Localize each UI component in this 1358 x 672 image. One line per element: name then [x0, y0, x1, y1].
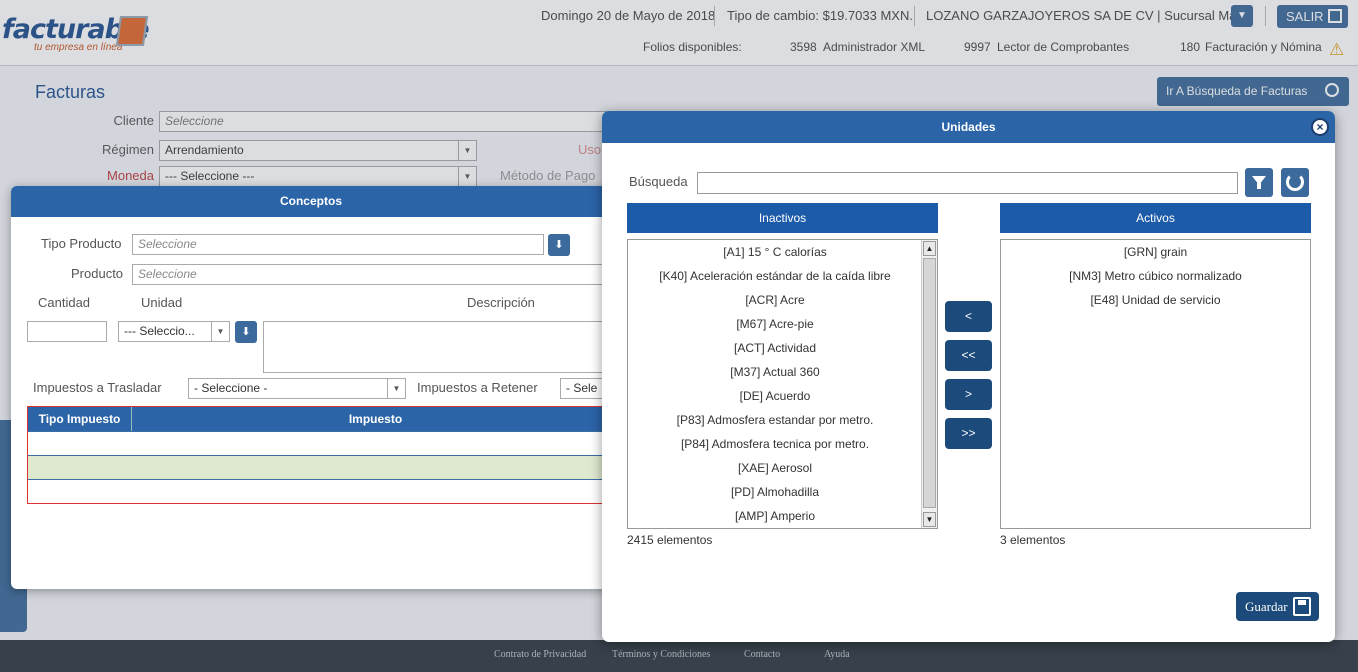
inactive-items: [A1] 15 ° C calorías [K40] Aceleración e…	[628, 241, 922, 528]
list-item[interactable]: [ACR] Acre	[628, 289, 922, 313]
list-item[interactable]: [ACT] Actividad	[628, 337, 922, 361]
chevron-down-icon: ▼	[211, 322, 229, 341]
filter-icon-stem	[1257, 183, 1261, 189]
refresh-icon	[1286, 173, 1304, 191]
tipo-producto-placeholder: Seleccione	[138, 237, 197, 251]
list-item[interactable]: [P84] Admosfera tecnica por metro.	[628, 433, 922, 457]
unidad-select[interactable]: --- Seleccio... ▼	[118, 321, 230, 342]
search-label: Búsqueda	[629, 174, 688, 189]
trasladar-value: - Seleccione -	[194, 381, 268, 395]
save-button[interactable]: Guardar	[1236, 592, 1319, 621]
producto-placeholder: Seleccione	[138, 267, 197, 281]
close-icon[interactable]: ×	[1311, 118, 1329, 136]
column-header: Impuesto	[348, 412, 403, 426]
cantidad-label: Cantidad	[38, 295, 91, 310]
list-item[interactable]: [AMP] Amperio	[628, 505, 922, 528]
list-item[interactable]: [NM3] Metro cúbico normalizado	[1001, 265, 1310, 289]
list-item[interactable]: [XAE] Aerosol	[628, 457, 922, 481]
list-item[interactable]: [P83] Admosfera estandar por metro.	[628, 409, 922, 433]
unidad-label: Unidad	[141, 295, 183, 310]
column-header: Tipo Impuesto	[28, 407, 132, 431]
trasladar-label: Impuestos a Trasladar	[33, 380, 162, 395]
move-all-right-button[interactable]: >>	[945, 418, 992, 449]
list-item[interactable]: [K40] Aceleración estándar de la caída l…	[628, 265, 922, 289]
producto-field[interactable]: Seleccione	[132, 264, 611, 285]
inactive-list[interactable]: [A1] 15 ° C calorías [K40] Aceleración e…	[627, 239, 938, 529]
scrollbar-thumb[interactable]	[923, 258, 936, 508]
table-row[interactable]	[28, 431, 611, 455]
taxes-table: Tipo Impuesto Impuesto	[27, 406, 611, 504]
list-item[interactable]: [E48] Unidad de servicio	[1001, 289, 1310, 313]
active-header: Activos	[1000, 203, 1311, 233]
descripcion-textarea[interactable]	[263, 321, 611, 373]
refresh-button[interactable]	[1281, 168, 1309, 197]
filter-button[interactable]	[1245, 168, 1273, 197]
unidades-dialog: Unidades × Búsqueda Inactivos Activos [A…	[602, 111, 1335, 642]
unidades-title: Unidades	[602, 111, 1335, 143]
list-item[interactable]: [PD] Almohadilla	[628, 481, 922, 505]
conceptos-dialog: Conceptos Tipo Producto Seleccione ⬇ Pro…	[11, 186, 611, 589]
move-all-left-button[interactable]: <<	[945, 340, 992, 371]
retener-value: - Sele	[566, 381, 598, 395]
list-item[interactable]: [M37] Actual 360	[628, 361, 922, 385]
download-icon[interactable]: ⬇	[235, 321, 257, 343]
list-item[interactable]: [GRN] grain	[1001, 241, 1310, 265]
table-header: Tipo Impuesto Impuesto	[28, 407, 611, 431]
move-one-right-button[interactable]: >	[945, 379, 992, 410]
chevron-down-icon: ▼	[387, 379, 405, 398]
scroll-up-icon[interactable]: ▲	[923, 241, 936, 256]
inactive-count: 2415 elementos	[627, 533, 713, 547]
download-icon[interactable]: ⬇	[548, 234, 570, 256]
active-list[interactable]: [GRN] grain [NM3] Metro cúbico normaliza…	[1000, 239, 1311, 529]
table-row[interactable]	[28, 455, 611, 479]
trasladar-select[interactable]: - Seleccione - ▼	[188, 378, 406, 399]
list-item[interactable]: [A1] 15 ° C calorías	[628, 241, 922, 265]
list-item[interactable]: [M67] Acre-pie	[628, 313, 922, 337]
descripcion-label: Descripción	[467, 295, 535, 310]
inactive-header: Inactivos	[627, 203, 938, 233]
scrollbar[interactable]: ▲ ▼	[921, 240, 937, 528]
search-input[interactable]	[697, 172, 1238, 194]
conceptos-title: Conceptos	[11, 186, 611, 217]
scroll-down-icon[interactable]: ▼	[923, 512, 936, 527]
producto-label: Producto	[71, 266, 124, 281]
cantidad-input[interactable]	[27, 321, 107, 342]
tipo-producto-field[interactable]: Seleccione	[132, 234, 544, 255]
unidad-value: --- Seleccio...	[124, 324, 195, 338]
save-label: Guardar	[1245, 599, 1288, 614]
table-row[interactable]	[28, 479, 611, 503]
active-items: [GRN] grain [NM3] Metro cúbico normaliza…	[1001, 241, 1310, 313]
move-one-left-button[interactable]: <	[945, 301, 992, 332]
retener-label: Impuestos a Retener	[417, 380, 538, 395]
tipo-producto-label: Tipo Producto	[41, 236, 122, 251]
list-item[interactable]: [DE] Acuerdo	[628, 385, 922, 409]
floppy-disk-icon	[1293, 597, 1311, 616]
active-count: 3 elementos	[1000, 533, 1066, 547]
